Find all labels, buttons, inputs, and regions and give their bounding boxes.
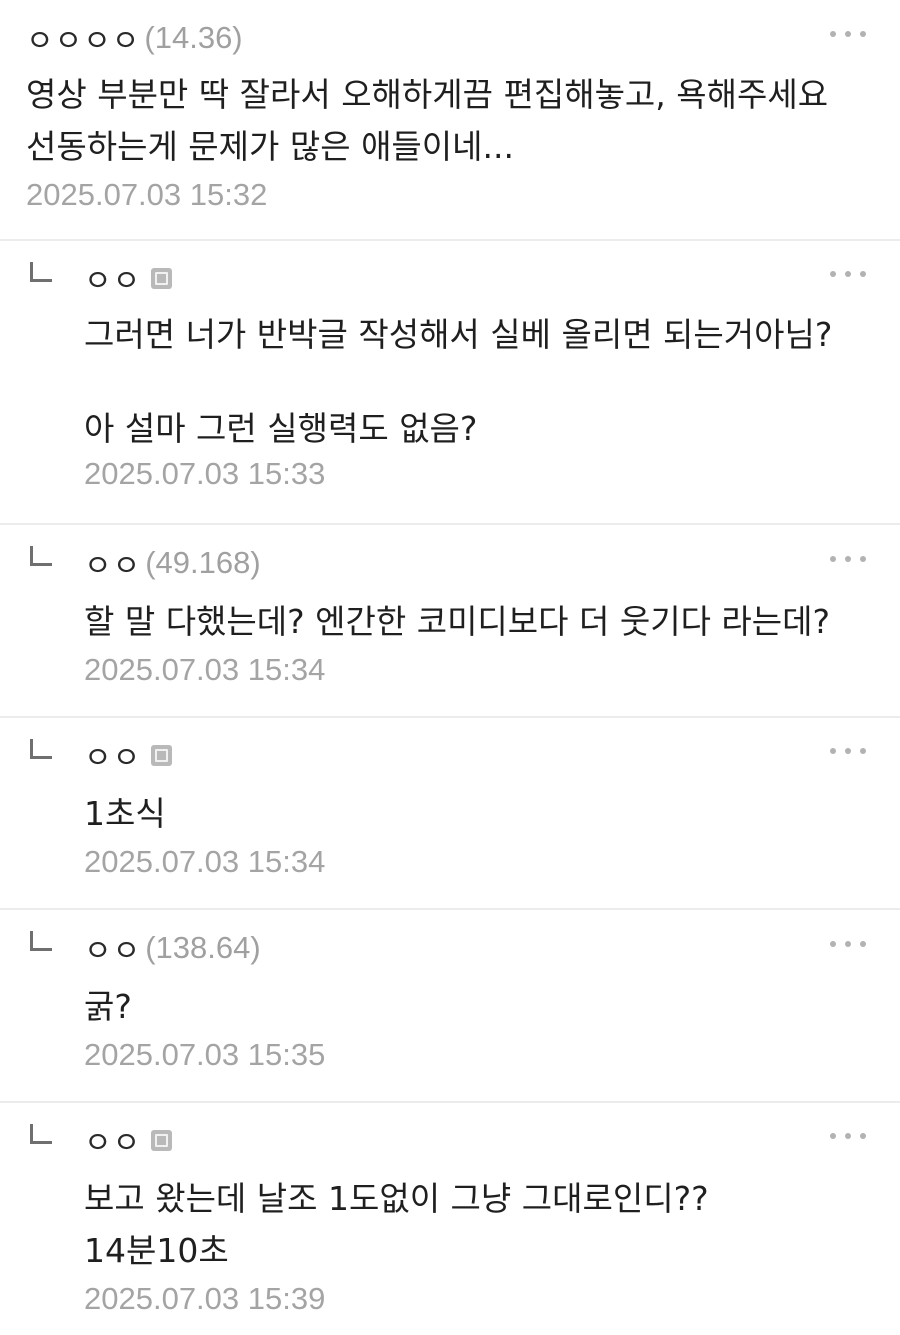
- comment-text: 그러면 너가 반박글 작성해서 실베 올리면 되는거아님? 아 설마 그런 실행…: [84, 315, 833, 448]
- comment-date: 2025.07.03 15:34: [84, 652, 326, 687]
- comment-ip: (138.64): [145, 930, 261, 965]
- comment-header: ㅇㅇ (49.168): [84, 541, 900, 585]
- more-options-icon[interactable]: [830, 745, 866, 757]
- comment-nickname[interactable]: ㅇㅇㅇㅇ: [26, 16, 140, 60]
- fixed-nick-badge-icon: [151, 1129, 173, 1151]
- reply-comment: ㅇㅇ 1초식 2025.07.03 15:34: [0, 735, 900, 880]
- divider: [0, 1101, 900, 1103]
- reply-comment: ㅇㅇ 보고 왔는데 날조 1도없이 그냥 그대로인디?? 14분10초 2025…: [0, 1120, 900, 1317]
- comment-date: 2025.07.03 15:34: [84, 844, 326, 879]
- more-options-icon[interactable]: [830, 28, 866, 40]
- comment-header: ㅇㅇ: [84, 256, 900, 300]
- reply-comment: ㅇㅇ 그러면 너가 반박글 작성해서 실베 올리면 되는거아님? 아 설마 그런…: [0, 258, 900, 492]
- more-options-icon[interactable]: [830, 553, 866, 565]
- comment-text: 할 말 다했는데? 엔간한 코미디보다 더 웃기다 라는데?: [84, 602, 831, 641]
- more-options-icon[interactable]: [830, 1130, 866, 1142]
- divider: [0, 523, 900, 525]
- comment-header: ㅇㅇ: [84, 733, 900, 777]
- fixed-nick-badge-icon: [151, 267, 173, 289]
- reply-comment: ㅇㅇ (138.64) 굵? 2025.07.03 15:35: [0, 928, 900, 1073]
- comment: ㅇㅇㅇㅇ (14.36) 영상 부분만 딱 잘라서 오해하게끔 편집해놓고, 욕…: [0, 18, 900, 213]
- comment-date: 2025.07.03 15:32: [26, 177, 268, 212]
- fixed-nick-badge-icon: [151, 744, 173, 766]
- comment-date: 2025.07.03 15:35: [84, 1037, 326, 1072]
- comment-text: 굵?: [84, 987, 132, 1026]
- comment-nickname[interactable]: ㅇㅇ: [84, 541, 141, 585]
- comment-nickname[interactable]: ㅇㅇ: [84, 926, 141, 970]
- more-options-icon[interactable]: [830, 268, 866, 280]
- divider: [0, 239, 900, 241]
- comment-date: 2025.07.03 15:39: [84, 1281, 326, 1316]
- comment-text: 1초식: [84, 794, 166, 833]
- comment-text: 보고 왔는데 날조 1도없이 그냥 그대로인디?? 14분10초: [84, 1179, 709, 1270]
- comment-header: ㅇㅇㅇㅇ (14.36): [26, 16, 900, 60]
- reply-comment: ㅇㅇ (49.168) 할 말 다했는데? 엔간한 코미디보다 더 웃기다 라는…: [0, 543, 900, 688]
- divider: [0, 716, 900, 718]
- more-options-icon[interactable]: [830, 938, 866, 950]
- comment-ip: (14.36): [144, 20, 243, 55]
- comment-text: 영상 부분만 딱 잘라서 오해하게끔 편집해놓고, 욕해주세요 선동하는게 문제…: [26, 75, 829, 166]
- comment-nickname[interactable]: ㅇㅇ: [84, 733, 141, 777]
- comment-ip: (49.168): [145, 545, 261, 580]
- comment-nickname[interactable]: ㅇㅇ: [84, 1118, 141, 1162]
- comment-nickname[interactable]: ㅇㅇ: [84, 256, 141, 300]
- divider: [0, 908, 900, 910]
- comment-date: 2025.07.03 15:33: [84, 456, 326, 491]
- comment-header: ㅇㅇ (138.64): [84, 926, 900, 970]
- comment-thread: ㅇㅇㅇㅇ (14.36) 영상 부분만 딱 잘라서 오해하게끔 편집해놓고, 욕…: [0, 0, 900, 1335]
- comment-header: ㅇㅇ: [84, 1118, 900, 1162]
